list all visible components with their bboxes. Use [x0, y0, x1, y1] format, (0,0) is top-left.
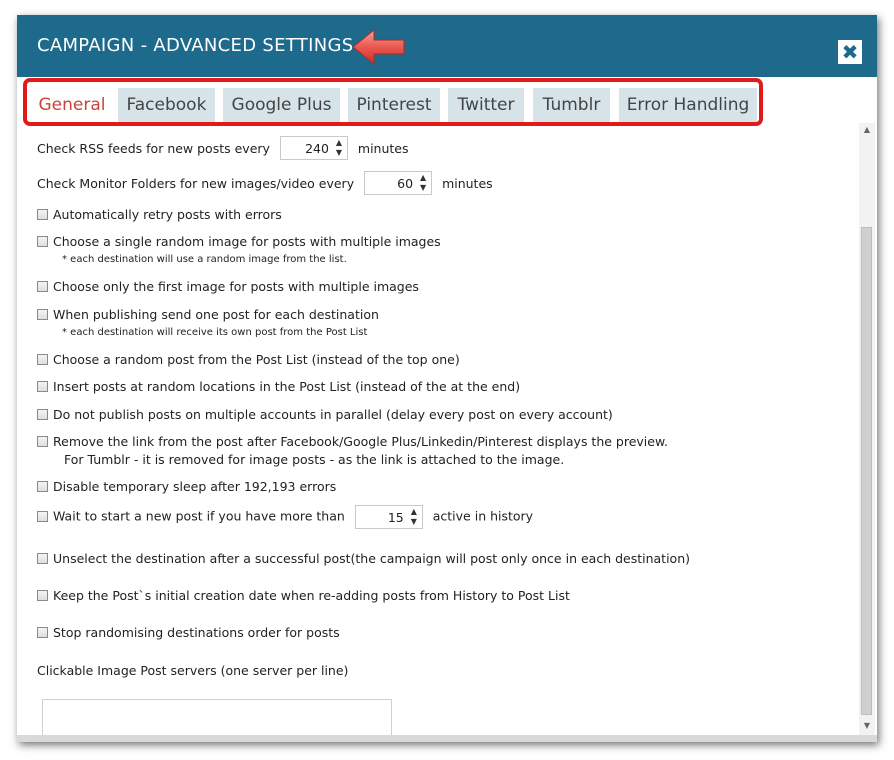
wait-label: Wait to start a new post if you have mor…: [53, 508, 345, 524]
bottom-bar: [17, 735, 877, 742]
spinner-arrows-icon[interactable]: ▲ ▼: [409, 507, 419, 527]
wait-count-spinner[interactable]: 15 ▲ ▼: [354, 505, 423, 529]
unselect-destination-label: Unselect the destination after a success…: [53, 551, 690, 566]
retry-errors-option[interactable]: Automatically retry posts with errors: [37, 207, 282, 222]
one-post-per-destination-checkbox[interactable]: [37, 309, 48, 320]
first-image-checkbox[interactable]: [37, 281, 48, 292]
first-image-label: Choose only the first image for posts wi…: [53, 279, 419, 294]
scroll-thumb[interactable]: [861, 227, 872, 715]
no-parallel-label: Do not publish posts on multiple account…: [53, 407, 613, 422]
remove-link-checkbox[interactable]: [37, 436, 48, 447]
random-post-checkbox[interactable]: [37, 354, 48, 365]
keep-creation-date-option[interactable]: Keep the Post`s initial creation date wh…: [37, 588, 570, 603]
tab-facebook[interactable]: Facebook: [118, 88, 215, 122]
tab-pinterest[interactable]: Pinterest: [348, 88, 440, 122]
vertical-scrollbar[interactable]: ▲ ▼: [859, 123, 875, 735]
tumblr-note: For Tumblr - it is removed for image pos…: [64, 452, 565, 467]
remove-link-option[interactable]: Remove the link from the post after Face…: [37, 434, 668, 449]
rss-unit-label: minutes: [357, 140, 409, 156]
rss-minutes-value: 240: [305, 141, 329, 156]
left-arrow-icon: [352, 28, 405, 66]
first-image-option[interactable]: Choose only the first image for posts wi…: [37, 279, 419, 294]
unselect-destination-option[interactable]: Unselect the destination after a success…: [37, 551, 690, 566]
wait-option[interactable]: Wait to start a new post if you have mor…: [37, 505, 533, 529]
monitor-minutes-spinner[interactable]: 60 ▲ ▼: [364, 171, 433, 195]
general-settings-panel: Check RSS feeds for new posts every 240 …: [17, 123, 859, 742]
keep-creation-date-checkbox[interactable]: [37, 590, 48, 601]
disable-sleep-label: Disable temporary sleep after 192,193 er…: [53, 479, 337, 494]
monitor-unit-label: minutes: [442, 175, 493, 191]
random-image-checkbox[interactable]: [37, 236, 48, 247]
tab-error-handling[interactable]: Error Handling: [619, 88, 757, 122]
monitor-minutes-value: 60: [397, 176, 414, 191]
rss-label: Check RSS feeds for new posts every: [37, 140, 270, 156]
one-post-per-destination-label: When publishing send one post for each d…: [53, 307, 379, 322]
retry-errors-label: Automatically retry posts with errors: [53, 207, 282, 222]
rss-setting-row: Check RSS feeds for new posts every 240 …: [37, 136, 409, 160]
disable-sleep-checkbox[interactable]: [37, 481, 48, 492]
random-insert-option[interactable]: Insert posts at random locations in the …: [37, 379, 520, 394]
wait-unit-label: active in history: [432, 508, 534, 524]
scroll-up-icon[interactable]: ▲: [859, 125, 875, 134]
monitor-label: Check Monitor Folders for new images/vid…: [37, 175, 355, 191]
servers-label: Clickable Image Post servers (one server…: [37, 663, 349, 678]
tab-strip: General Facebook Google Plus Pinterest T…: [17, 77, 877, 125]
close-button[interactable]: ✖: [838, 40, 862, 64]
spinner-arrows-icon[interactable]: ▲ ▼: [334, 138, 344, 158]
keep-creation-date-label: Keep the Post`s initial creation date wh…: [53, 588, 570, 603]
rss-minutes-spinner[interactable]: 240 ▲ ▼: [279, 136, 348, 160]
stop-randomising-checkbox[interactable]: [37, 627, 48, 638]
stop-randomising-label: Stop randomising destinations order for …: [53, 625, 340, 640]
random-insert-label: Insert posts at random locations in the …: [53, 379, 521, 394]
random-insert-checkbox[interactable]: [37, 381, 48, 392]
title-bar: CAMPAIGN - ADVANCED SETTINGS ✖: [17, 15, 877, 77]
tab-tumblr[interactable]: Tumblr: [533, 88, 610, 122]
retry-errors-checkbox[interactable]: [37, 209, 48, 220]
window-title: CAMPAIGN - ADVANCED SETTINGS: [37, 35, 354, 56]
tab-general[interactable]: General: [26, 88, 118, 122]
one-post-per-destination-option[interactable]: When publishing send one post for each d…: [37, 307, 379, 322]
random-image-option[interactable]: Choose a single random image for posts w…: [37, 234, 441, 249]
random-image-label: Choose a single random image for posts w…: [53, 234, 441, 249]
disable-sleep-option[interactable]: Disable temporary sleep after 192,193 er…: [37, 479, 336, 494]
stop-randomising-option[interactable]: Stop randomising destinations order for …: [37, 625, 340, 640]
random-post-label: Choose a random post from the Post List …: [53, 352, 460, 367]
tab-twitter[interactable]: Twitter: [448, 88, 524, 122]
random-post-option[interactable]: Choose a random post from the Post List …: [37, 352, 460, 367]
random-image-note: * each destination will use a random ima…: [62, 254, 347, 265]
unselect-destination-checkbox[interactable]: [37, 553, 48, 564]
scroll-down-icon[interactable]: ▼: [859, 721, 875, 730]
advanced-settings-window: CAMPAIGN - ADVANCED SETTINGS ✖ General F…: [17, 15, 877, 742]
no-parallel-checkbox[interactable]: [37, 409, 48, 420]
no-parallel-option[interactable]: Do not publish posts on multiple account…: [37, 407, 613, 422]
wait-checkbox[interactable]: [37, 510, 48, 522]
spinner-arrows-icon[interactable]: ▲ ▼: [418, 173, 428, 193]
remove-link-label: Remove the link from the post after Face…: [53, 434, 669, 449]
tab-google-plus[interactable]: Google Plus: [223, 88, 340, 122]
wait-count-value: 15: [387, 510, 404, 525]
monitor-setting-row: Check Monitor Folders for new images/vid…: [37, 171, 493, 195]
one-post-note: * each destination will receive its own …: [62, 327, 368, 338]
